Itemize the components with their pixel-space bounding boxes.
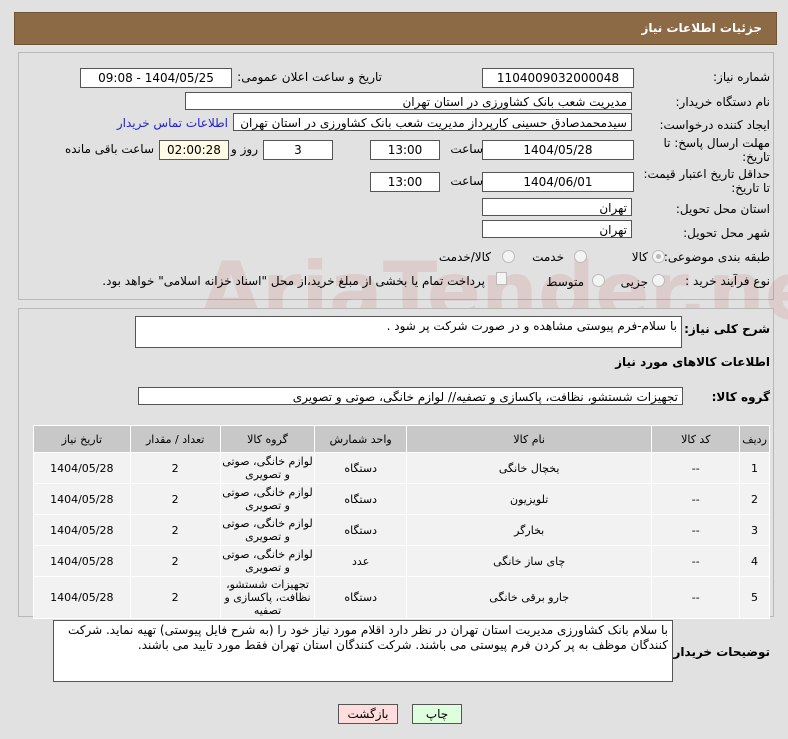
column-header: تاریخ نیاز (33, 425, 131, 453)
table-cell: 2 (129, 576, 221, 619)
column-header: گروه کالا (219, 425, 316, 453)
days-field: 3 (263, 140, 333, 160)
table-cell: 1404/05/28 (33, 545, 131, 577)
payment-note: پرداخت تمام یا بخشی از مبلغ خرید،از محل … (102, 274, 485, 288)
table-cell: جارو برقی خانگی (405, 576, 653, 619)
deadline-time-field: 13:00 (370, 140, 440, 160)
table-row: 4 -- چای ساز خانگی عدد لوازم خانگی، صوتی و ت… (33, 545, 770, 577)
buyer-notes-field[interactable]: با سلام بانک کشاورزی مدیریت استان تهران … (53, 620, 673, 682)
process-radio-minor[interactable] (652, 274, 665, 287)
table-cell: دستگاه (314, 514, 407, 546)
deadline-time-label: ساعت (450, 142, 483, 156)
deadline-date-field: 1404/05/28 (482, 140, 634, 160)
table-cell: 5 (739, 576, 770, 619)
remaining-time-field: 02:00:28 (159, 140, 229, 160)
process-label: نوع فرآیند خرید : (685, 274, 770, 288)
category-option-goods: کالا (631, 250, 648, 264)
table-cell: بخارگر (405, 514, 653, 546)
table-cell: لوازم خانگی، صوتی و تصویری (219, 483, 316, 515)
category-option-service: خدمت (532, 250, 564, 264)
table-cell: 1404/05/28 (33, 483, 131, 515)
table-row: 5 -- جارو برقی خانگی دستگاه تجهیزات شستشو، ن… (33, 576, 770, 619)
category-radio-service[interactable] (574, 250, 587, 263)
table-cell: دستگاه (314, 483, 407, 515)
table-cell: 2 (129, 545, 221, 577)
process-option-medium: متوسط (546, 275, 584, 289)
city-label: شهر محل تحویل: (683, 226, 770, 240)
goods-group-field: تجهیزات شستشو، نظافت، پاکسازی و تصفیه// … (138, 387, 683, 405)
column-header: کد کالا (651, 425, 741, 453)
table-row: 2 -- تلویزیون دستگاه لوازم خانگی، صوتی و تصو… (33, 483, 770, 515)
table-cell: چای ساز خانگی (405, 545, 653, 577)
goods-group-label: گروه کالا: (711, 390, 770, 404)
table-cell: 2 (739, 483, 770, 515)
column-header: واحد شمارش (314, 425, 407, 453)
goods-section-title: اطلاعات کالاهای مورد نیاز (615, 355, 770, 369)
table-row: 1 -- یخچال خانگی دستگاه لوازم خانگی، صوتی و … (33, 452, 770, 484)
buyer-notes-label: توضیحات خریدار: (668, 645, 770, 659)
page-title: جزئیات اطلاعات نیاز (641, 21, 762, 35)
remaining-label: ساعت باقی مانده (64, 142, 154, 156)
print-button[interactable]: چاپ (412, 704, 462, 724)
table-cell: تلویزیون (405, 483, 653, 515)
back-button[interactable]: بازگشت (338, 704, 398, 724)
province-field: تهران (482, 198, 632, 216)
table-cell: 2 (129, 452, 221, 484)
table-cell: -- (651, 483, 741, 515)
creator-field: سیدمحمدصادق حسینی کارپرداز مدیریت شعب با… (233, 113, 632, 131)
table-cell: 3 (739, 514, 770, 546)
column-header: تعداد / مقدار (129, 425, 221, 453)
buyer-label: نام دستگاه خریدار: (675, 95, 771, 109)
table-cell: لوازم خانگی، صوتی و تصویری (219, 452, 316, 484)
validity-label: حداقل تاریخ اعتبار قیمت: تا تاریخ: (643, 167, 770, 195)
column-header: ردیف (739, 425, 770, 453)
category-label: طبقه بندی موضوعی: (663, 250, 770, 264)
table-cell: لوازم خانگی، صوتی و تصویری (219, 545, 316, 577)
process-radio-medium[interactable] (592, 274, 605, 287)
category-radio-goods[interactable] (652, 250, 665, 263)
category-radio-both[interactable] (502, 250, 515, 263)
creator-label: ایجاد کننده درخواست: (659, 118, 770, 132)
table-cell: 4 (739, 545, 770, 577)
contact-buyer-link[interactable]: اطلاعات تماس خریدار (117, 116, 228, 130)
table-cell: یخچال خانگی (405, 452, 653, 484)
table-cell: عدد (314, 545, 407, 577)
table-cell: 1404/05/28 (33, 514, 131, 546)
need-number-label: شماره نیاز: (713, 70, 770, 84)
province-label: استان محل تحویل: (675, 202, 770, 216)
table-row: 3 -- بخارگر دستگاه لوازم خانگی، صوتی و تصویر… (33, 514, 770, 546)
table-cell: 1404/05/28 (33, 576, 131, 619)
announce-label: تاریخ و ساعت اعلان عمومی: (237, 70, 382, 84)
description-label: شرح کلی نیاز: (684, 322, 770, 336)
table-cell: -- (651, 576, 741, 619)
description-field[interactable]: با سلام-فرم پیوستی مشاهده و در صورت شرکت… (135, 316, 682, 348)
table-cell: 2 (129, 514, 221, 546)
category-option-both: کالا/خدمت (438, 250, 491, 264)
page-header: جزئیات اطلاعات نیاز (14, 12, 777, 45)
table-cell: 2 (129, 483, 221, 515)
announce-field: 1404/05/25 - 09:08 (80, 68, 232, 88)
process-option-minor: جزیی (620, 275, 648, 289)
buyer-field: مدیریت شعب بانک کشاورزی در استان تهران (185, 92, 632, 110)
table-cell: 1 (739, 452, 770, 484)
table-cell: -- (651, 514, 741, 546)
table-cell: دستگاه (314, 452, 407, 484)
column-header: نام کالا (405, 425, 653, 453)
validity-time-field: 13:00 (370, 172, 440, 192)
treasury-checkbox[interactable] (496, 272, 507, 285)
validity-time-label: ساعت (450, 174, 483, 188)
table-cell: 1404/05/28 (33, 452, 131, 484)
table-header-row: ردیف کد کالا نام کالا واحد شمارش گروه کالا تع… (33, 425, 770, 453)
deadline-label: مهلت ارسال پاسخ: تا تاریخ: (663, 136, 770, 164)
table-cell: -- (651, 452, 741, 484)
goods-table: ردیف کد کالا نام کالا واحد شمارش گروه کالا تع… (33, 425, 770, 619)
table-cell: دستگاه (314, 576, 407, 619)
table-cell: تجهیزات شستشو، نظافت، پاکسازی و تصفیه (219, 576, 316, 619)
table-cell: -- (651, 545, 741, 577)
validity-date-field: 1404/06/01 (482, 172, 634, 192)
city-field: تهران (482, 220, 632, 238)
table-cell: لوازم خانگی، صوتی و تصویری (219, 514, 316, 546)
days-label: روز و (231, 142, 258, 156)
need-number-field: 1104009032000048 (482, 68, 634, 88)
